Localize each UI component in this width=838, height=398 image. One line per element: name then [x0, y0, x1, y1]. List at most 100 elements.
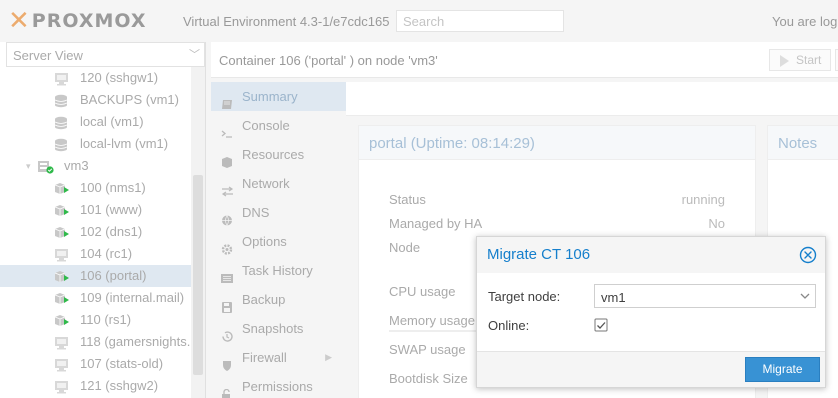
tree-item[interactable]: 106 (portal): [0, 265, 191, 287]
nav-item-summary[interactable]: Summary: [211, 82, 346, 111]
container-stopped-icon: [54, 247, 69, 262]
chevron-down-icon: ﹀: [189, 49, 200, 61]
submenu-arrow-icon: ▶: [325, 352, 332, 362]
start-button[interactable]: Start: [769, 49, 831, 71]
migrate-dialog: Migrate CT 106 Target node: vm1 Online: …: [476, 236, 826, 388]
tree-item-label: 102 (dns1): [80, 224, 143, 239]
nav-item-dns[interactable]: DNS: [211, 198, 346, 227]
tree-item[interactable]: 101 (www): [0, 199, 191, 221]
tree-item[interactable]: 104 (rc1): [0, 243, 191, 265]
tree-item[interactable]: 100 (nms1): [0, 177, 191, 199]
nav-item-label: Network: [242, 176, 290, 191]
tree-item[interactable]: 110 (rs1): [0, 309, 191, 331]
nav-item-options[interactable]: Options: [211, 227, 346, 256]
container-running-icon: [54, 291, 69, 305]
tree-item[interactable]: 121 (sshgw2): [0, 375, 191, 397]
nav-item-label: Snapshots: [242, 321, 304, 336]
cube-icon: [221, 149, 234, 168]
globe-icon: [221, 207, 234, 227]
target-node-label: Target node:: [488, 289, 561, 304]
tree-scrollbar[interactable]: [191, 67, 205, 398]
memory-usage-key: Memory usage: [389, 313, 475, 328]
status-key: Status: [389, 192, 426, 207]
shield-icon: [221, 352, 234, 371]
dialog-footer: Migrate: [477, 351, 825, 387]
storage-icon: [54, 137, 69, 152]
notes-panel-title: Notes: [768, 126, 838, 160]
tree-item-label: 101 (www): [80, 202, 143, 217]
unlock-icon: [221, 381, 234, 398]
nav-item-network[interactable]: Network: [211, 169, 346, 198]
memory-usage-bar: [389, 330, 479, 332]
status-value: running: [681, 192, 725, 207]
container-running-icon: [54, 269, 69, 283]
online-checkbox[interactable]: [594, 318, 609, 333]
server-view-select[interactable]: Server View ﹀: [6, 42, 205, 67]
ha-value: No: [708, 216, 725, 231]
nav-item-firewall[interactable]: Firewall ▶: [211, 343, 346, 372]
container-stopped-icon: [54, 379, 69, 394]
nav-item-label: Console: [242, 118, 290, 133]
tree-item[interactable]: vm3 ▾: [0, 155, 191, 177]
tree-item-label: 120 (sshgw1): [80, 70, 159, 85]
logged-in-text: You are log: [772, 14, 838, 29]
nav-item-label: Backup: [242, 292, 286, 307]
dialog-title: Migrate CT 106: [487, 246, 591, 263]
list-icon: [221, 265, 234, 283]
page-title: Container 106 ('portal' ) on node 'vm3': [219, 53, 438, 68]
online-label: Online:: [488, 318, 530, 333]
nav-item-label: Summary: [242, 89, 298, 104]
tree-item-label: 104 (rc1): [80, 246, 133, 261]
dialog-header: Migrate CT 106: [477, 237, 825, 273]
target-node-select[interactable]: vm1: [594, 284, 816, 308]
history-icon: [221, 323, 234, 342]
close-icon[interactable]: [799, 246, 817, 264]
nav-item-resources[interactable]: Resources: [211, 140, 346, 169]
nav-item-label: Task History: [242, 263, 313, 278]
nav-item-label: Options: [242, 234, 287, 249]
nav-item-task-history[interactable]: Task History: [211, 256, 346, 285]
nav-item-backup[interactable]: Backup: [211, 285, 346, 314]
storage-icon: [54, 93, 69, 108]
tree-item[interactable]: local (vm1): [0, 111, 191, 133]
nav-item-snapshots[interactable]: Snapshots: [211, 314, 346, 343]
search-input[interactable]: [396, 10, 564, 32]
dialog-body: Target node: vm1 Online:: [477, 273, 825, 351]
container-running-icon: [54, 313, 69, 327]
tree-item-label: 118 (gamersnights.: [80, 334, 191, 349]
tree-item[interactable]: 102 (dns1): [0, 221, 191, 243]
container-stopped-icon: [54, 71, 69, 86]
target-node-value: vm1: [601, 290, 626, 305]
tree-item-label: vm3: [64, 158, 89, 173]
tree-item[interactable]: BACKUPS (vm1): [0, 89, 191, 111]
nav-item-console[interactable]: Console: [211, 111, 346, 140]
scroll-thumb[interactable]: [193, 175, 203, 375]
tree-item-label: local-lvm (vm1): [80, 136, 169, 151]
bootdisk-size-key: Bootdisk Size: [389, 371, 468, 386]
node-key: Node: [389, 240, 421, 255]
side-nav: Summary Console Resources Network DNS Options…: [211, 82, 346, 398]
nav-item-permissions[interactable]: Permissions: [211, 372, 346, 398]
top-bar: ✕ PROXMOX Virtual Environment 4.3-1/e7cd…: [0, 0, 838, 42]
tree-item[interactable]: 107 (stats-old): [0, 353, 191, 375]
floppy-icon: [221, 294, 234, 313]
exchange-icon: [221, 178, 234, 197]
gear-icon: [221, 236, 234, 255]
swap-usage-key: SWAP usage: [389, 342, 466, 357]
node-online-icon: [38, 159, 54, 174]
tree-item[interactable]: 118 (gamersnights.: [0, 331, 191, 353]
resource-tree: Server View ﹀ 120 (sshgw1) BACKUPS (vm1) l…: [0, 42, 206, 398]
server-view-label: Server View: [13, 48, 83, 63]
tree-item[interactable]: 109 (internal.mail): [0, 287, 191, 309]
summary-toolbar: [346, 82, 838, 116]
tree-item[interactable]: local-lvm (vm1): [0, 133, 191, 155]
logo-text: PROXMOX: [31, 10, 147, 32]
tree-item[interactable]: 120 (sshgw1): [0, 67, 191, 89]
start-label: Start: [796, 53, 822, 67]
nav-item-label: Firewall: [242, 350, 287, 365]
migrate-button[interactable]: Migrate: [745, 357, 820, 382]
expand-icon[interactable]: ▾: [26, 155, 31, 177]
tree-item-label: 100 (nms1): [80, 180, 146, 195]
nav-item-label: Resources: [242, 147, 305, 162]
chevron-down-icon[interactable]: [795, 285, 815, 307]
